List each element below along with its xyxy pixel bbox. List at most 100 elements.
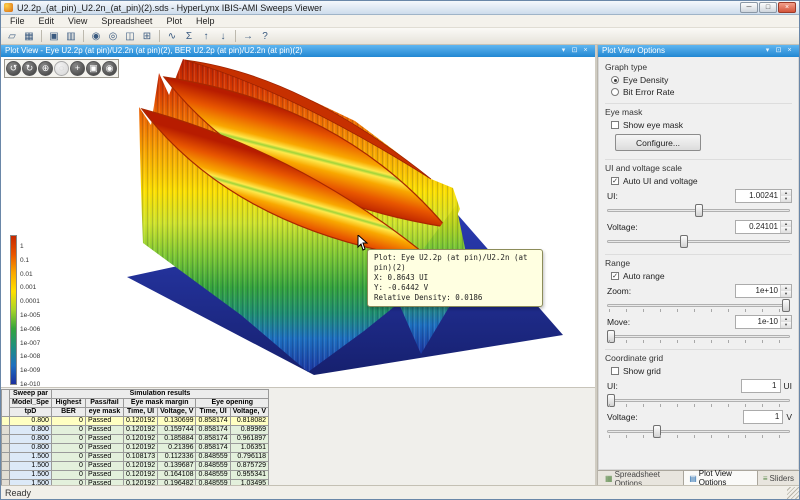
zoom-spin-down-icon[interactable]: ▾ [781, 291, 791, 297]
cell[interactable]: 1.500 [10, 453, 52, 462]
cell[interactable]: 0.875729 [230, 462, 268, 471]
toolbar-link-views-icon[interactable]: ⊞ [139, 29, 155, 44]
cell[interactable]: 0 [51, 453, 85, 462]
cell[interactable]: 0.130699 [158, 417, 196, 426]
cell[interactable]: 1.500 [10, 471, 52, 480]
cell[interactable]: 0.800 [10, 444, 52, 453]
plot-tool-rotate-right-icon[interactable]: ↻ [22, 61, 37, 76]
cell[interactable]: 0.848559 [196, 462, 230, 471]
checkbox-show-grid[interactable]: Show grid [611, 366, 792, 376]
tab-plot-view-options[interactable]: ▤Plot View Options [683, 470, 758, 485]
cell[interactable]: 0.164108 [158, 471, 196, 480]
cell[interactable]: 0.120192 [123, 417, 157, 426]
toolbar-open-icon[interactable]: ▱ [4, 29, 20, 44]
cell[interactable]: 0.858174 [196, 444, 230, 453]
row-selector[interactable] [2, 462, 10, 471]
menu-item-file[interactable]: File [3, 15, 32, 28]
cell[interactable]: 0.818082 [230, 417, 268, 426]
checkbox-auto-range[interactable]: ✓ Auto range [611, 271, 792, 281]
toolbar-sort-ascending-icon[interactable]: ↑ [198, 29, 214, 44]
cell[interactable]: 0 [51, 417, 85, 426]
configure-button[interactable]: Configure... [615, 134, 701, 151]
ui-spin-down-icon[interactable]: ▾ [781, 196, 791, 202]
cell[interactable]: Passed [85, 435, 123, 444]
ui-scale-slider[interactable] [607, 204, 790, 217]
plot-pane-menu-icon[interactable]: ▾ [558, 45, 569, 57]
minimize-button[interactable]: ─ [740, 2, 758, 13]
row-selector[interactable] [2, 444, 10, 453]
menu-item-plot[interactable]: Plot [159, 15, 189, 28]
plot-tool-spin-icon[interactable]: ◉ [102, 61, 117, 76]
move-spin-down-icon[interactable]: ▾ [781, 322, 791, 328]
row-selector[interactable] [2, 435, 10, 444]
cell[interactable]: 0.955341 [230, 471, 268, 480]
cell[interactable]: Passed [85, 444, 123, 453]
voltage-scale-spinner[interactable]: 0.24101 ▴▾ [735, 220, 792, 234]
move-slider[interactable] [607, 330, 790, 343]
tab-sliders[interactable]: ≡Sliders [758, 472, 799, 485]
voltage-spin-down-icon[interactable]: ▾ [781, 227, 791, 233]
toolbar-waveform-icon[interactable]: ∿ [164, 29, 180, 44]
plot-tool-reset-view-icon[interactable]: ▣ [86, 61, 101, 76]
eye-density-surface[interactable] [1, 57, 595, 387]
menu-item-help[interactable]: Help [189, 15, 222, 28]
plot-canvas[interactable]: ↺↻⊕◌+▣◉ 10.10.010.0010.00011e-0051e-0061… [1, 57, 595, 387]
cell[interactable]: 0.961897 [230, 435, 268, 444]
cell[interactable]: 0.120192 [123, 471, 157, 480]
cell[interactable]: 0 [51, 444, 85, 453]
ui-scale-value[interactable]: 1.00241 [736, 190, 780, 202]
row-selector[interactable] [2, 417, 10, 426]
cell[interactable]: 0.21396 [158, 444, 196, 453]
cell[interactable]: 1.06351 [230, 444, 268, 453]
cell[interactable]: 0.800 [10, 435, 52, 444]
plot-tool-rotate-left-icon[interactable]: ↺ [6, 61, 21, 76]
cell[interactable]: 0.185884 [158, 435, 196, 444]
grid-ui-slider[interactable] [607, 394, 790, 407]
checkbox-auto-ui-voltage[interactable]: ✓ Auto UI and voltage [611, 176, 792, 186]
cell[interactable]: 0.108173 [123, 453, 157, 462]
toolbar-help-icon[interactable]: ? [257, 29, 273, 44]
cell[interactable]: 0.848559 [196, 453, 230, 462]
toolbar-bit-error-rate-icon[interactable]: ◎ [105, 29, 121, 44]
toolbar-sum-icon[interactable]: Σ [181, 29, 197, 44]
zoom-value[interactable]: 1e+10 [736, 285, 780, 297]
toolbar-copy-icon[interactable]: ▣ [46, 29, 62, 44]
cell[interactable]: 0 [51, 471, 85, 480]
toolbar-sort-descending-icon[interactable]: ↓ [215, 29, 231, 44]
plot-tool-pan-icon[interactable]: + [70, 61, 85, 76]
cell[interactable]: Passed [85, 471, 123, 480]
row-selector[interactable] [2, 426, 10, 435]
row-selector[interactable] [2, 471, 10, 480]
cell[interactable]: 0 [51, 435, 85, 444]
grid-voltage-slider[interactable] [607, 425, 790, 438]
cell[interactable]: Passed [85, 462, 123, 471]
cell[interactable]: 0.796118 [230, 453, 268, 462]
cell[interactable]: 0.89969 [230, 426, 268, 435]
cell[interactable]: 0.120192 [123, 435, 157, 444]
cell[interactable]: 0.858174 [196, 417, 230, 426]
cell[interactable]: 0.139687 [158, 462, 196, 471]
toolbar-plot-view-icon[interactable]: ◫ [122, 29, 138, 44]
voltage-scale-value[interactable]: 0.24101 [736, 221, 780, 233]
options-pane-pin-icon[interactable]: ⊡ [773, 45, 784, 57]
menu-item-view[interactable]: View [61, 15, 94, 28]
row-selector[interactable] [2, 453, 10, 462]
plot-pane-float-icon[interactable]: ⊡ [569, 45, 580, 57]
ui-scale-spinner[interactable]: 1.00241 ▴▾ [735, 189, 792, 203]
maximize-button[interactable]: □ [759, 2, 777, 13]
cell[interactable]: 0.159744 [158, 426, 196, 435]
cell[interactable]: 0 [51, 462, 85, 471]
radio-bit-error-rate[interactable]: Bit Error Rate [611, 87, 792, 97]
cell[interactable]: 0 [51, 426, 85, 435]
cell[interactable]: 0.120192 [123, 426, 157, 435]
grid-ui-field[interactable]: 1 [741, 379, 781, 393]
zoom-spinner[interactable]: 1e+10 ▴▾ [735, 284, 792, 298]
cell[interactable]: Passed [85, 426, 123, 435]
move-value[interactable]: 1e-10 [736, 316, 780, 328]
toolbar-save-icon[interactable]: ▦ [21, 29, 37, 44]
close-button[interactable]: × [778, 2, 796, 13]
resize-grip[interactable] [787, 487, 799, 499]
options-pane-menu-icon[interactable]: ▾ [762, 45, 773, 57]
menu-item-spreadsheet[interactable]: Spreadsheet [94, 15, 159, 28]
grid-voltage-field[interactable]: 1 [743, 410, 783, 424]
